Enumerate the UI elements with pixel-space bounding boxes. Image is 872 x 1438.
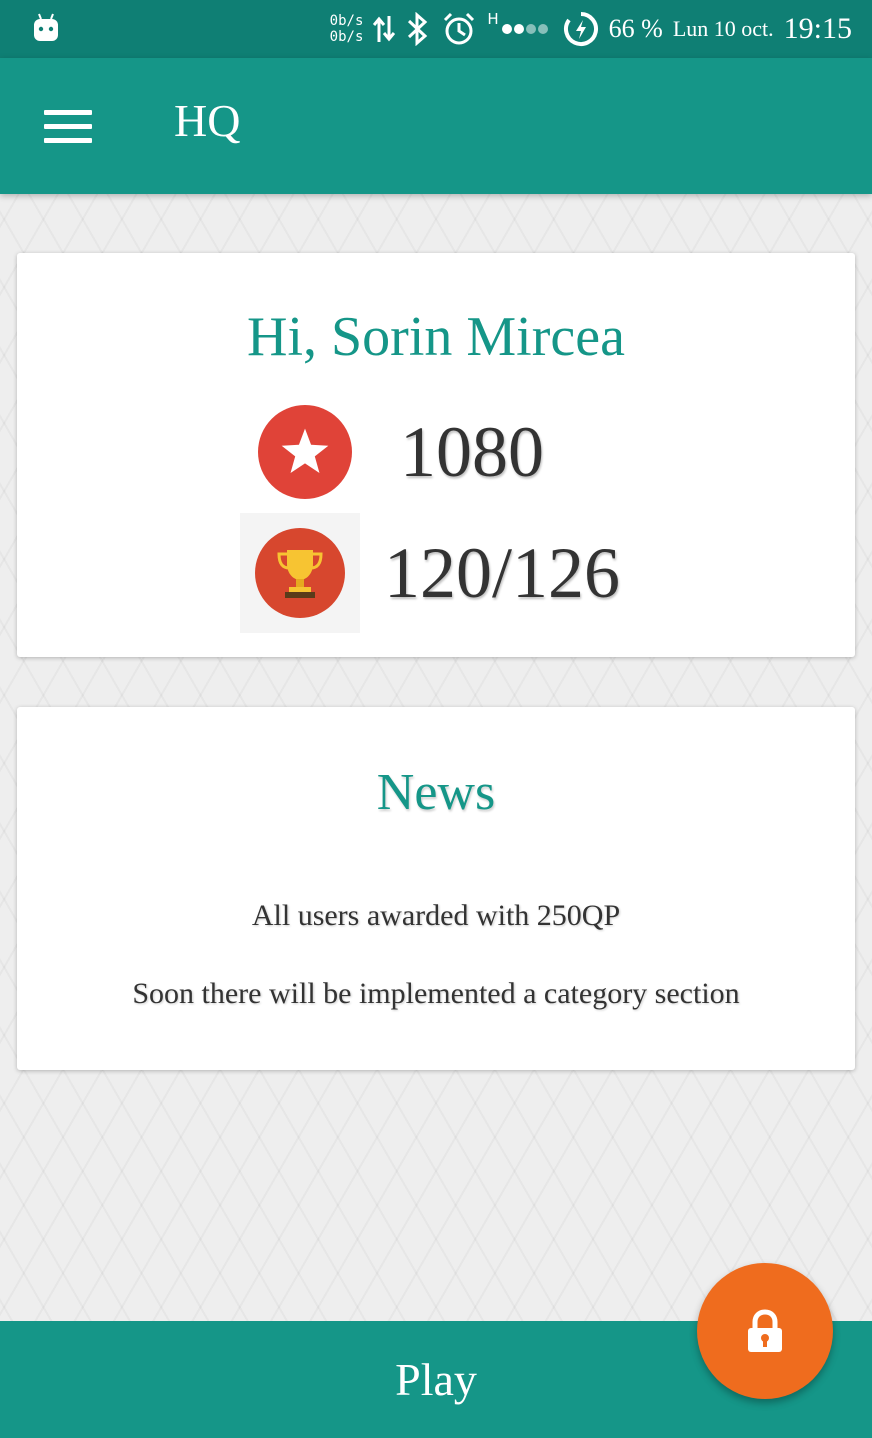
trophy-icon <box>255 528 345 618</box>
network-type-label: H <box>487 10 499 28</box>
hamburger-menu-icon[interactable] <box>44 110 92 144</box>
play-button-label: Play <box>395 1354 477 1405</box>
battery-charging-icon <box>563 12 598 46</box>
bluetooth-icon <box>408 12 428 46</box>
signal-strength-icon <box>501 24 548 34</box>
profile-card: Hi, Sorin Mircea 1080 120/126 <box>17 253 855 657</box>
achievements-row: 120/126 <box>240 513 620 633</box>
network-speed: 0b/s 0b/s <box>330 13 364 45</box>
data-transfer-icon <box>373 16 396 42</box>
trophy-badge <box>240 513 360 633</box>
greeting-text: Hi, Sorin Mircea <box>247 306 625 368</box>
points-value: 1080 <box>400 411 544 492</box>
app-bar: HQ <box>0 58 872 194</box>
status-date: Lun 10 oct. <box>672 16 774 41</box>
news-title: News <box>376 764 496 821</box>
status-time: 19:15 <box>783 12 852 45</box>
alarm-clock-icon <box>444 12 475 45</box>
net-up-speed: 0b/s <box>329 13 364 29</box>
news-card: News All users awarded with 250QP Soon t… <box>17 707 855 1070</box>
points-row: 1080 <box>258 405 544 499</box>
android-notification-icon <box>34 13 58 41</box>
achievements-value: 120/126 <box>384 532 621 613</box>
app-title: HQ <box>174 95 241 146</box>
star-icon <box>258 405 352 499</box>
news-item: All users awarded with 250QP <box>251 899 621 932</box>
status-bar: 0b/s 0b/s H 66 % Lun 10 oct. 19:15 <box>0 0 872 58</box>
news-item: Soon there will be implemented a categor… <box>132 977 740 1010</box>
lock-icon <box>748 1309 782 1352</box>
battery-percent: 66 % <box>608 14 663 43</box>
lock-fab-button[interactable] <box>697 1263 833 1399</box>
net-down-speed: 0b/s <box>329 29 364 45</box>
